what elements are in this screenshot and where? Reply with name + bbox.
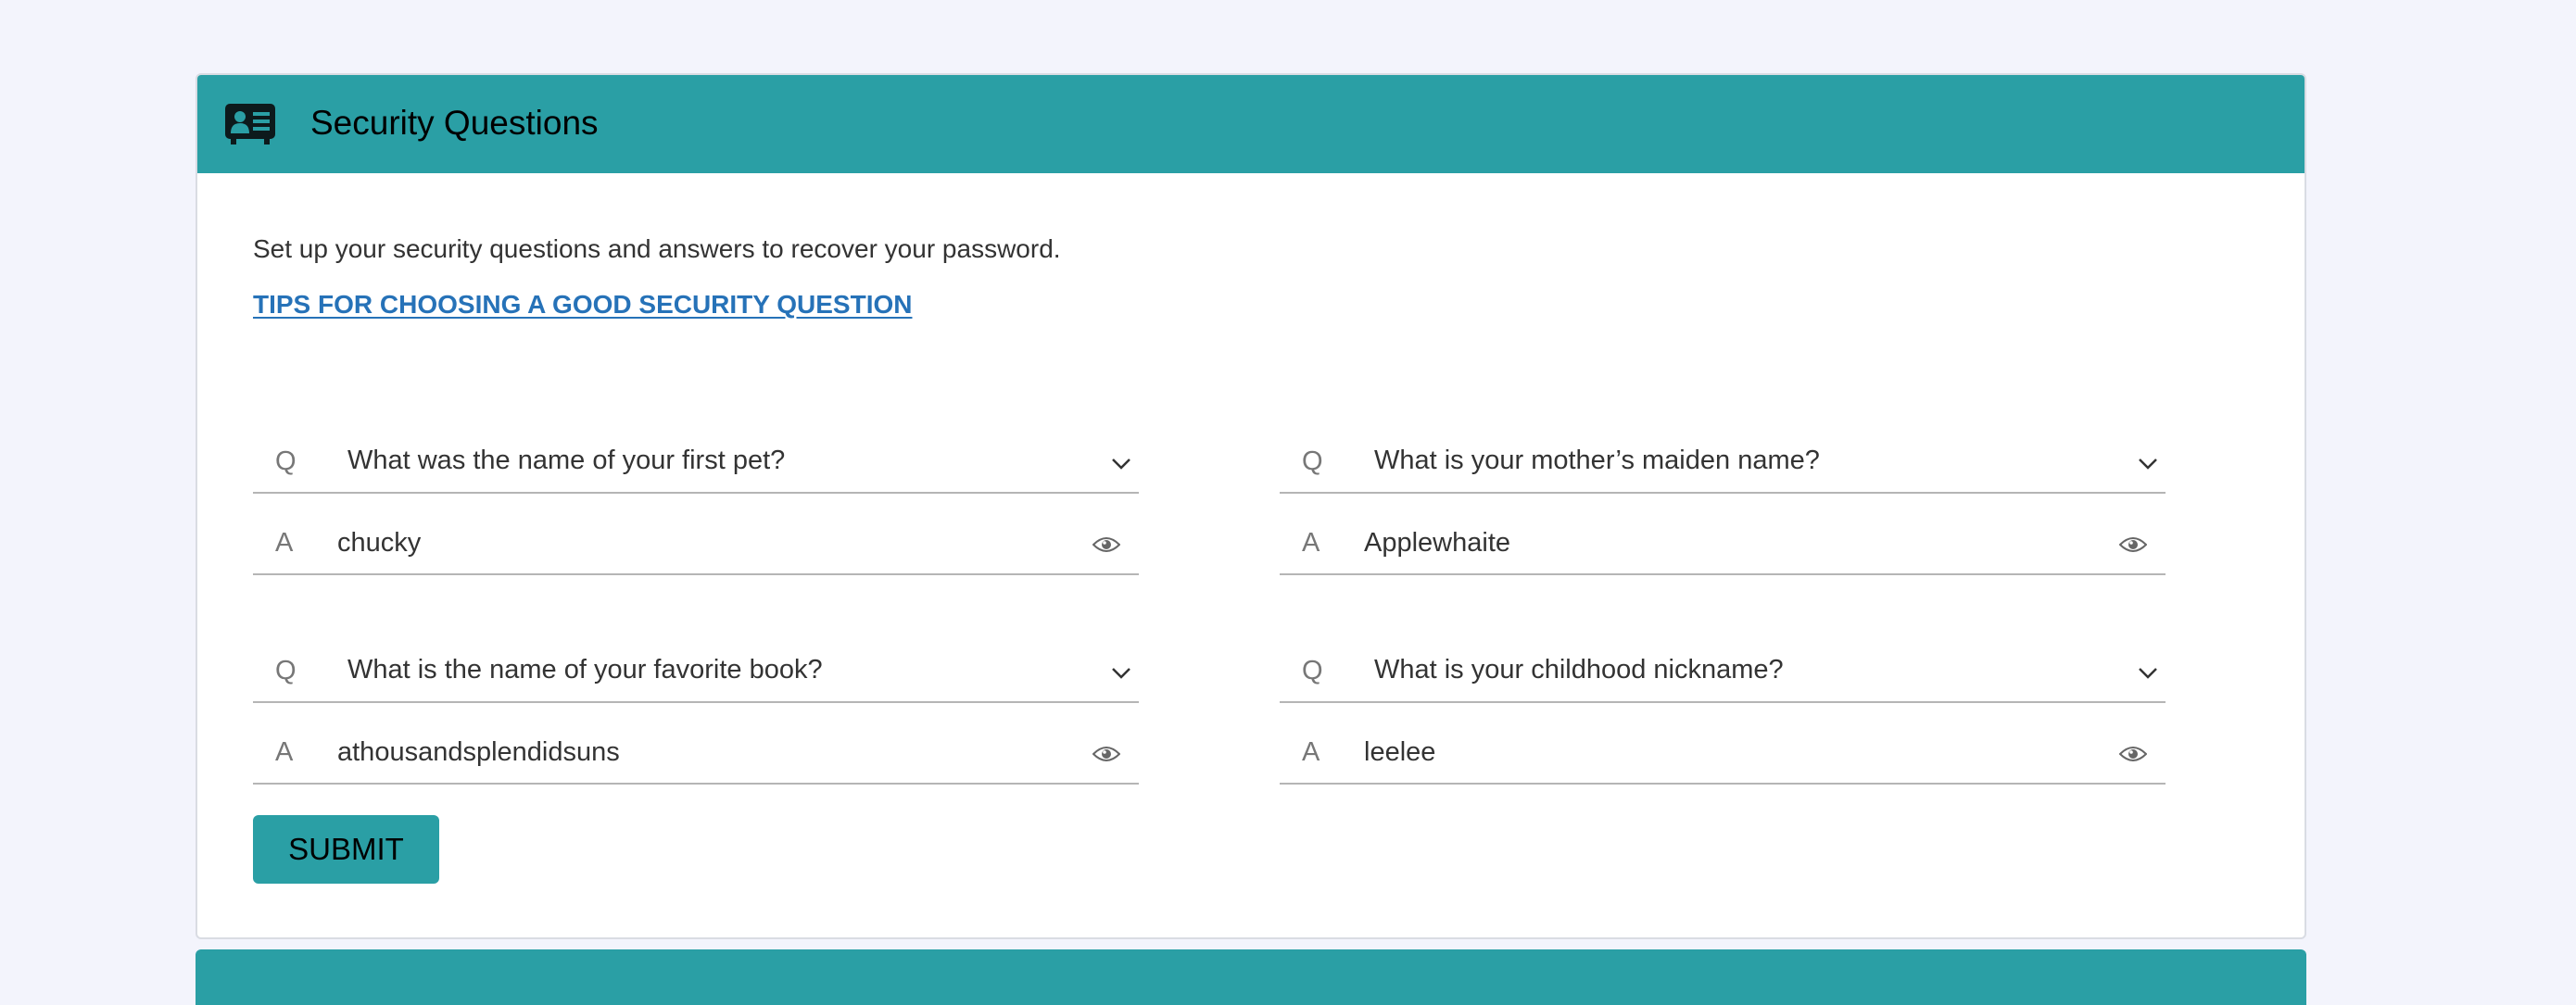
question-text: What is your childhood nickname? [1374,655,1784,685]
answer-prefix: A [1302,737,1320,767]
tips-link[interactable]: TIPS FOR CHOOSING A GOOD SECURITY QUESTI… [253,290,912,320]
intro-text: Set up your security questions and answe… [253,234,1061,263]
question-prefix: Q [1302,446,1323,476]
qa-block-3: Q What is the name of your favorite book… [253,642,1139,785]
chevron-down-icon [2139,668,2157,679]
answer-text: athousandsplendidsuns [337,737,620,767]
answer-field[interactable]: A athousandsplendidsuns [253,723,1139,785]
id-card-icon [225,104,275,144]
submit-button[interactable]: SUBMIT [253,815,439,884]
answer-text: Applewhaite [1364,528,1510,558]
qa-block-1: Q What was the name of your first pet? A… [253,433,1139,575]
answer-field[interactable]: A Applewhaite [1280,514,2166,575]
page-title: Security Questions [310,104,599,142]
question-prefix: Q [1302,656,1323,685]
eye-icon[interactable] [2119,744,2147,764]
answer-field[interactable]: A leelee [1280,723,2166,785]
eye-icon[interactable] [1092,744,1120,764]
answer-prefix: A [275,528,294,558]
question-text: What is the name of your favorite book? [347,655,823,685]
question-prefix: Q [275,656,297,685]
question-select[interactable]: Q What was the name of your first pet? [253,433,1139,494]
answer-text: leelee [1364,737,1436,767]
question-text: What was the name of your first pet? [347,446,786,475]
answer-field[interactable]: A chucky [253,514,1139,575]
next-card-header [196,949,2306,1005]
chevron-down-icon [1112,459,1130,470]
question-select[interactable]: Q What is your childhood nickname? [1280,642,2166,703]
answer-text: chucky [337,528,422,558]
eye-icon[interactable] [1092,534,1120,555]
chevron-down-icon [1112,668,1130,679]
card-header: Security Questions [197,75,2305,173]
answer-prefix: A [1302,528,1320,558]
security-questions-card: Security Questions Set up your security … [196,73,2306,939]
eye-icon[interactable] [2119,534,2147,555]
qa-block-4: Q What is your childhood nickname? A lee… [1280,642,2166,785]
answer-prefix: A [275,737,294,767]
question-select[interactable]: Q What is your mother’s maiden name? [1280,433,2166,494]
question-select[interactable]: Q What is the name of your favorite book… [253,642,1139,703]
qa-block-2: Q What is your mother’s maiden name? A A… [1280,433,2166,575]
question-text: What is your mother’s maiden name? [1374,446,1820,475]
question-prefix: Q [275,446,297,476]
chevron-down-icon [2139,459,2157,470]
